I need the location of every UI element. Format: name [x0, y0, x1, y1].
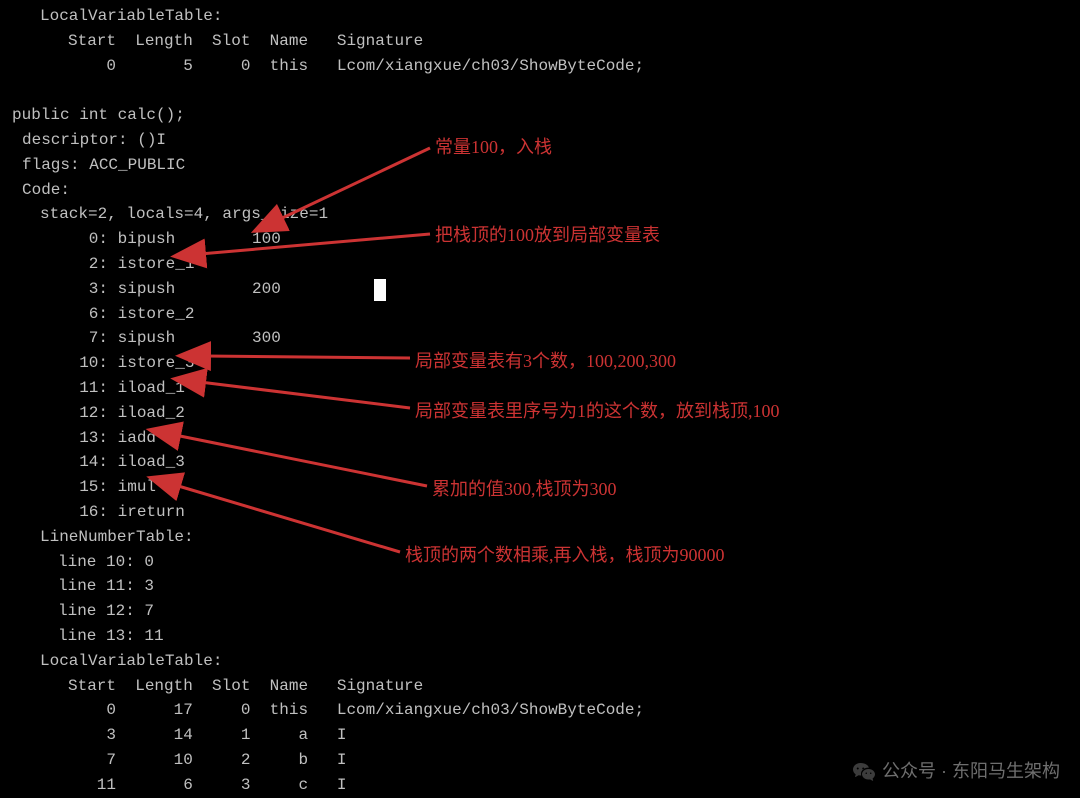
annot-iload1: 局部变量表里序号为1的这个数，放到栈顶,100 — [415, 398, 780, 426]
annot-istore1: 把栈顶的100放到局部变量表 — [435, 222, 660, 250]
bc-2: 3: sipush 200 — [0, 277, 1080, 302]
wechat-icon — [852, 760, 876, 784]
watermark-text: 公众号 · 东阳马生架构 — [882, 758, 1060, 786]
text-cursor — [374, 279, 386, 301]
bc-1: 2: istore_1 — [0, 252, 1080, 277]
annot-imul: 栈顶的两个数相乘,再入栈，栈顶为90000 — [405, 542, 725, 570]
annot-iadd: 累加的值300,栈顶为300 — [432, 476, 617, 504]
lvt-row-0: 0 5 0 this Lcom/xiangxue/ch03/ShowByteCo… — [0, 54, 1080, 79]
lvt2-r0: 0 17 0 this Lcom/xiangxue/ch03/ShowByteC… — [0, 698, 1080, 723]
bc-2-text: 3: sipush 200 — [60, 280, 281, 298]
watermark: 公众号 · 东阳马生架构 — [852, 758, 1060, 786]
lvt2-cols: Start Length Slot Name Signature — [0, 674, 1080, 699]
lnt-2: line 12: 7 — [0, 599, 1080, 624]
bc-9: 14: iload_3 — [0, 450, 1080, 475]
lnt-1: line 11: 3 — [0, 574, 1080, 599]
lvt2-r1: 3 14 1 a I — [0, 723, 1080, 748]
lvt2-label: LocalVariableTable: — [0, 649, 1080, 674]
method-decl: public int calc(); — [0, 103, 1080, 128]
annot-const100: 常量100，入栈 — [435, 134, 552, 162]
lvt-cols: Start Length Slot Name Signature — [0, 29, 1080, 54]
bc-3: 6: istore_2 — [0, 302, 1080, 327]
annot-3nums: 局部变量表有3个数，100,200,300 — [415, 348, 676, 376]
lnt-3: line 13: 11 — [0, 624, 1080, 649]
code-label: Code: — [0, 178, 1080, 203]
bc-8: 13: iadd — [0, 426, 1080, 451]
lvt-header: LocalVariableTable: — [0, 4, 1080, 29]
